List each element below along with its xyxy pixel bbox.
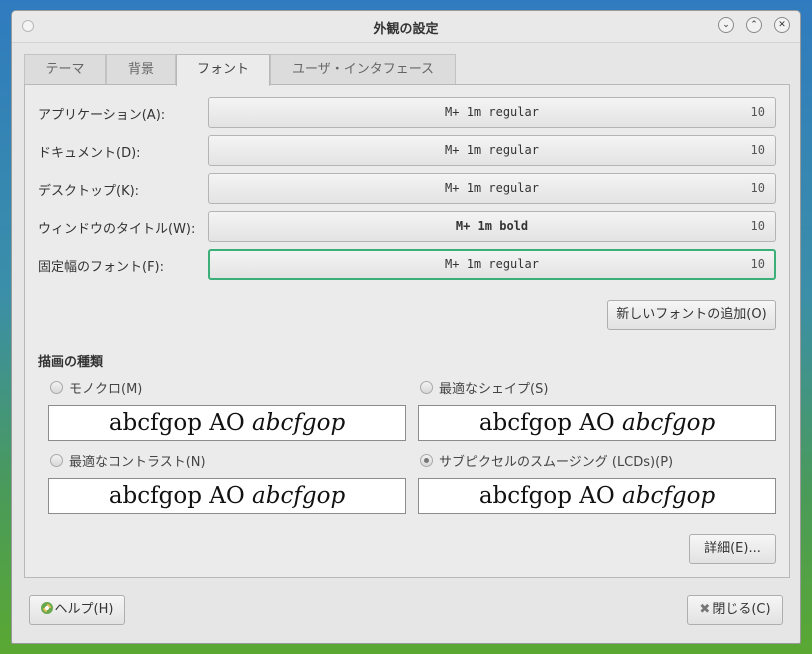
font-name: M+ 1m regular [445, 181, 539, 195]
help-button[interactable]: ヘルプ(H) [29, 595, 125, 625]
preview-sample-regular: abcfgop AO [478, 483, 615, 509]
close-button-label: 閉じる(C) [712, 602, 771, 617]
font-size: 10 [750, 181, 765, 195]
font-button-application[interactable]: M+ 1m regular 10 [208, 97, 776, 128]
close-icon[interactable]: ✕ [774, 17, 790, 33]
close-button[interactable]: ✖ 閉じる(C) [687, 595, 783, 625]
font-name: M+ 1m regular [445, 257, 539, 271]
tab-fonts[interactable]: フォント [176, 54, 270, 86]
radio-label: モノクロ(M) [69, 382, 143, 397]
radio-button[interactable] [50, 454, 63, 467]
radio-button[interactable] [420, 454, 433, 467]
tab-background[interactable]: 背景 [106, 54, 176, 85]
font-name: M+ 1m bold [455, 219, 529, 233]
tab-user-interface[interactable]: ユーザ・インタフェース [270, 54, 456, 85]
preview-sample-regular: abcfgop AO [478, 410, 615, 436]
preview-sample-regular: abcfgop AO [108, 410, 245, 436]
preview-best-contrast: abcfgop AO abcfgop [48, 478, 406, 514]
titlebar[interactable]: 外観の設定 ⌄ ⌃ ✕ [12, 11, 800, 43]
minimize-icon[interactable]: ⌄ [718, 17, 734, 33]
font-button-document[interactable]: M+ 1m regular 10 [208, 135, 776, 166]
font-button-desktop[interactable]: M+ 1m regular 10 [208, 173, 776, 204]
preview-sample-regular: abcfgop AO [108, 483, 245, 509]
close-x-icon: ✖ [699, 602, 711, 617]
preview-sample-italic: abcfgop [252, 483, 346, 509]
radio-button[interactable] [50, 381, 63, 394]
font-size: 10 [750, 143, 765, 157]
radio-button[interactable] [420, 381, 433, 394]
appearance-window: 外観の設定 ⌄ ⌃ ✕ テーマ 背景 フォント ユーザ・インタフェース アプリケ… [11, 10, 801, 644]
radio-label: サブピクセルのスムージング (LCDs)(P) [439, 455, 674, 470]
help-icon [40, 602, 53, 614]
font-name: M+ 1m regular [445, 105, 539, 119]
tab-theme[interactable]: テーマ [24, 54, 106, 85]
preview-monochrome: abcfgop AO abcfgop [48, 405, 406, 441]
font-label-desktop: デスクトップ(K): [38, 184, 140, 199]
font-label-application: アプリケーション(A): [38, 108, 166, 123]
preview-subpixel: abcfgop AO abcfgop [418, 478, 776, 514]
font-button-monospace[interactable]: M+ 1m regular 10 [208, 249, 776, 280]
radio-monochrome[interactable]: モノクロ(M) [50, 378, 142, 397]
font-button-window-title[interactable]: M+ 1m bold 10 [208, 211, 776, 242]
font-label-window-title: ウィンドウのタイトル(W): [38, 222, 196, 237]
add-font-button[interactable]: 新しいフォントの追加(O) [607, 300, 776, 330]
help-button-label: ヘルプ(H) [54, 602, 114, 617]
maximize-icon[interactable]: ⌃ [746, 17, 762, 33]
font-size: 10 [750, 257, 765, 271]
font-label-document: ドキュメント(D): [38, 146, 141, 161]
font-label-monospace: 固定幅のフォント(F): [38, 260, 165, 275]
preview-sample-italic: abcfgop [622, 410, 716, 436]
radio-best-contrast[interactable]: 最適なコントラスト(N) [50, 451, 206, 470]
preview-best-shape: abcfgop AO abcfgop [418, 405, 776, 441]
radio-label: 最適なコントラスト(N) [69, 455, 206, 470]
radio-best-shape[interactable]: 最適なシェイプ(S) [420, 378, 548, 397]
preview-sample-italic: abcfgop [252, 410, 346, 436]
details-button[interactable]: 詳細(E)... [689, 534, 776, 564]
font-size: 10 [750, 105, 765, 119]
preview-sample-italic: abcfgop [622, 483, 716, 509]
rendering-section-title: 描画の種類 [38, 355, 104, 370]
radio-subpixel[interactable]: サブピクセルのスムージング (LCDs)(P) [420, 451, 673, 470]
radio-label: 最適なシェイプ(S) [439, 382, 549, 397]
window-title: 外観の設定 [373, 22, 439, 37]
font-name: M+ 1m regular [445, 143, 539, 157]
font-size: 10 [750, 219, 765, 233]
